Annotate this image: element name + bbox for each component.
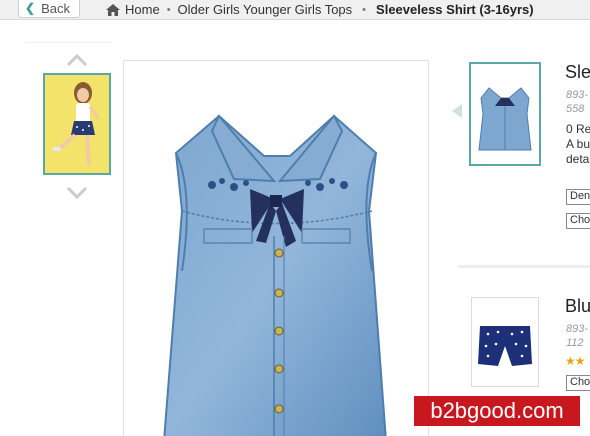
related-product-description: A bu — [566, 137, 590, 151]
breadcrumb-current: Sleeveless Shirt (3-16yrs) — [376, 2, 534, 17]
thumbnail-girl-photo[interactable] — [43, 73, 111, 175]
chevron-down-icon[interactable] — [66, 186, 88, 200]
home-icon — [106, 3, 120, 16]
denim-sleeveless-shirt-image — [163, 114, 387, 436]
related-product-title[interactable]: Blu — [565, 296, 590, 317]
chevron-left-icon[interactable] — [452, 104, 462, 118]
blue-shorts-thumb-image — [478, 326, 532, 366]
chevron-left-icon: ❮ — [25, 1, 36, 15]
colour-select[interactable]: Den — [566, 189, 590, 205]
watermark-logo: b2bgood.com — [414, 396, 580, 426]
related-product-code: 558 — [566, 103, 585, 115]
product-page: ❮ Back Home • Older Girls Younger Girls … — [0, 0, 590, 436]
breadcrumb-category-link[interactable]: Older Girls Younger Girls Tops — [178, 2, 353, 17]
size-select[interactable]: Cho — [566, 375, 590, 391]
girl-model-image — [45, 75, 109, 173]
breadcrumb-separator: • — [166, 3, 171, 16]
star-icon: ★ — [574, 354, 586, 368]
breadcrumb: Home • Older Girls Younger Girls Tops • … — [106, 2, 534, 17]
related-product-description: deta — [566, 152, 590, 166]
related-product-title[interactable]: Sle — [565, 62, 590, 83]
related-product-code: 112 — [566, 337, 584, 349]
related-product-code: 893- — [566, 323, 589, 335]
size-select[interactable]: Cho — [566, 213, 590, 229]
main-product-image[interactable] — [123, 60, 429, 436]
star-rating: ★★ — [565, 354, 586, 368]
breadcrumb-separator: • — [362, 3, 367, 16]
related-product-thumb[interactable] — [469, 62, 541, 166]
denim-shirt-thumb-image — [478, 87, 532, 151]
breadcrumb-home-link[interactable]: Home — [125, 2, 160, 17]
star-icon: ★ — [565, 354, 576, 368]
divider — [458, 265, 590, 268]
breadcrumb-bar: ❮ Back Home • Older Girls Younger Girls … — [0, 0, 590, 20]
related-product-code: 893- — [566, 89, 589, 101]
chevron-up-icon[interactable] — [66, 53, 88, 67]
related-product-reviews[interactable]: 0 Re — [566, 122, 590, 136]
related-product-thumb[interactable] — [471, 297, 539, 387]
back-button-label: Back — [41, 0, 70, 16]
back-button[interactable]: ❮ Back — [18, 0, 80, 18]
